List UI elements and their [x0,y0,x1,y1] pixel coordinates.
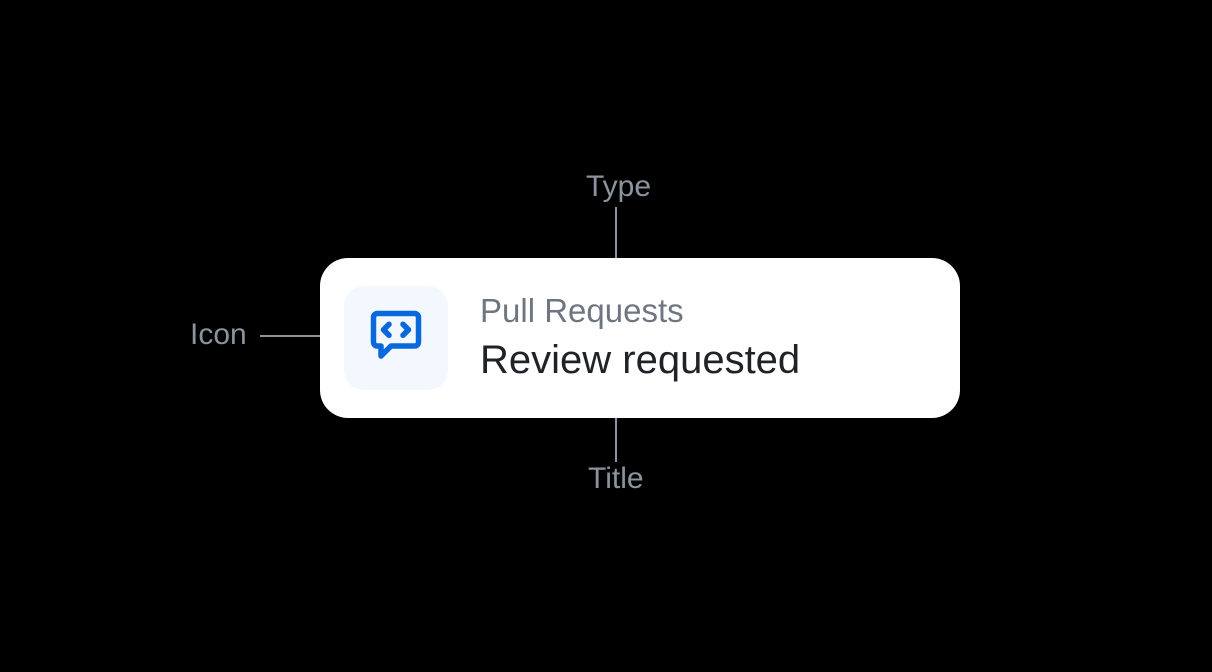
diagram-stage: Type Title Icon Pull Requests Review req… [0,0,1212,672]
annotation-icon-label: Icon [190,318,247,352]
code-review-icon [366,306,426,371]
leader-line-title [614,418,618,462]
notification-card: Pull Requests Review requested [320,258,960,418]
annotation-type-label: Type [586,170,651,204]
leader-line-icon [260,334,320,338]
annotation-title-label: Title [588,462,644,496]
card-text-block: Pull Requests Review requested [480,291,800,385]
card-title-text: Review requested [480,335,800,385]
card-icon-container [344,286,448,390]
leader-line-type [614,207,618,259]
card-type-text: Pull Requests [480,291,800,331]
